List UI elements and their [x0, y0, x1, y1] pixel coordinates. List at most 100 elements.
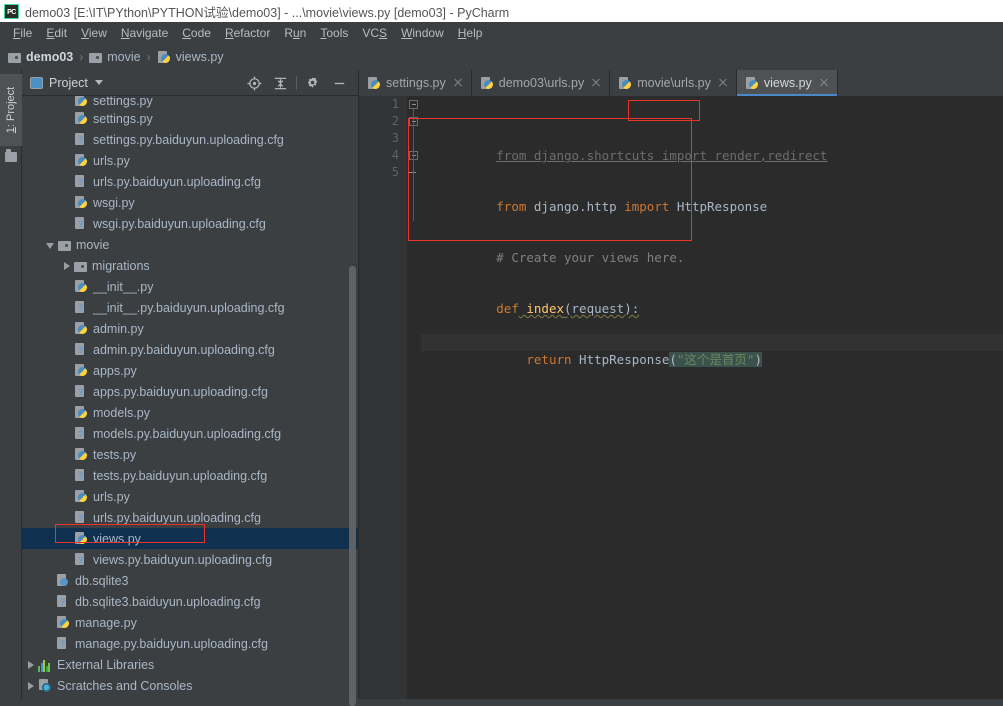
editor-tab-label: demo03\urls.py	[498, 76, 585, 90]
scratches-icon	[38, 678, 52, 693]
tree-row-label: wsgi.py	[93, 195, 135, 210]
tree-row[interactable]: views.py.baiduyun.uploading.cfg	[22, 549, 358, 570]
tree-row[interactable]: __init__.py	[22, 276, 358, 297]
menu-item-file[interactable]: File	[6, 24, 39, 42]
tree-row[interactable]: settings.py.baiduyun.uploading.cfg	[22, 129, 358, 150]
code-line-5: return HttpResponse("这个是首页")	[421, 334, 1003, 367]
collapse-all-icon[interactable]	[267, 70, 293, 96]
tree-row[interactable]: urls.py.baiduyun.uploading.cfg	[22, 507, 358, 528]
chevron-right-icon[interactable]	[28, 660, 34, 669]
python-file-icon	[56, 615, 70, 630]
locate-icon[interactable]	[241, 70, 267, 96]
tree-row[interactable]: apps.py.baiduyun.uploading.cfg	[22, 381, 358, 402]
project-icon	[30, 76, 43, 89]
tree-row[interactable]: db.sqlite3	[22, 570, 358, 591]
tree-row[interactable]: External Libraries	[22, 654, 358, 675]
tree-row[interactable]: tests.py.baiduyun.uploading.cfg	[22, 465, 358, 486]
close-icon[interactable]	[591, 78, 601, 88]
tree-row-label: models.py	[93, 405, 150, 420]
editor-tab-movie-urls-py[interactable]: movie\urls.py	[610, 70, 737, 96]
breadcrumb-item-views-py[interactable]: views.py	[157, 50, 224, 65]
menu-item-vcs[interactable]: VCS	[355, 24, 394, 42]
editor-tab-views-py[interactable]: views.py	[736, 70, 838, 96]
tree-row-label: External Libraries	[57, 657, 155, 672]
keyword-return: return	[526, 352, 572, 367]
menu-item-navigate[interactable]: Navigate	[114, 24, 175, 42]
tree-row[interactable]: migrations	[22, 255, 358, 276]
tree-row[interactable]: tests.py	[22, 444, 358, 465]
tree-row[interactable]: __init__.py.baiduyun.uploading.cfg	[22, 297, 358, 318]
chevron-down-icon[interactable]	[94, 80, 103, 85]
tree-row-label: wsgi.py.baiduyun.uploading.cfg	[93, 216, 266, 231]
fold-marker-line1[interactable]	[409, 100, 418, 109]
tree-row[interactable]: urls.py.baiduyun.uploading.cfg	[22, 171, 358, 192]
menu-item-run[interactable]: Run	[277, 24, 313, 42]
tool-window-button-project[interactable]: 1: Project	[0, 74, 22, 146]
chevron-right-icon[interactable]	[64, 261, 70, 270]
code-text[interactable]: from django.shortcuts import render,redi…	[421, 96, 1003, 699]
tree-row[interactable]: urls.py	[22, 150, 358, 171]
close-icon[interactable]	[819, 78, 829, 88]
line-number: 1	[391, 97, 399, 111]
tree-row-label: movie	[76, 237, 110, 252]
tree-row[interactable]: apps.py	[22, 360, 358, 381]
tree-row[interactable]: Scratches and Consoles	[22, 675, 358, 696]
breadcrumb-separator: ›	[146, 50, 151, 64]
unknown-file-icon	[56, 594, 70, 609]
folder-icon	[89, 53, 103, 63]
menu-item-code[interactable]: Code	[175, 24, 218, 42]
tree-row-selected[interactable]: views.py	[22, 528, 358, 549]
tree-row[interactable]: manage.py.baiduyun.uploading.cfg	[22, 633, 358, 654]
chevron-down-icon[interactable]	[46, 242, 54, 249]
menu-item-view[interactable]: View	[74, 24, 114, 42]
close-icon[interactable]	[718, 78, 728, 88]
menu-item-edit[interactable]: Edit	[39, 24, 74, 42]
tree-row[interactable]: settings.py	[22, 96, 358, 108]
project-panel-title-group[interactable]: Project	[22, 76, 103, 90]
project-panel-toolbar	[241, 70, 352, 96]
code-editor[interactable]: 1 2 3 4 5 from django.shortcuts import rende…	[359, 96, 1003, 699]
python-file-icon	[74, 111, 88, 126]
editor-tab-demo03-urls-py[interactable]: demo03\urls.py	[472, 70, 611, 96]
tree-row[interactable]: models.py	[22, 402, 358, 423]
tree-row[interactable]: urls.py	[22, 486, 358, 507]
breadcrumb-label: movie	[107, 50, 141, 64]
gear-icon[interactable]	[300, 70, 326, 96]
chevron-right-icon[interactable]	[28, 681, 34, 690]
tree-row[interactable]: admin.py	[22, 318, 358, 339]
tree-row-label: urls.py	[93, 489, 130, 504]
tree-row-label: models.py.baiduyun.uploading.cfg	[93, 426, 282, 441]
python-file-icon	[74, 195, 88, 210]
tree-row[interactable]: manage.py	[22, 612, 358, 633]
folder-icon[interactable]	[5, 149, 17, 162]
tree-row[interactable]: models.py.baiduyun.uploading.cfg	[22, 423, 358, 444]
left-tool-strip: 1: Project	[0, 70, 22, 699]
menu-item-refactor[interactable]: Refactor	[218, 24, 277, 42]
keyword-def: def	[496, 301, 519, 316]
breadcrumb-item-demo03[interactable]: demo03	[8, 50, 73, 64]
tree-row[interactable]: wsgi.py.baiduyun.uploading.cfg	[22, 213, 358, 234]
tree-row-label: manage.py.baiduyun.uploading.cfg	[75, 636, 268, 651]
unknown-file-icon	[74, 384, 88, 399]
tree-row-label: db.sqlite3.baiduyun.uploading.cfg	[75, 594, 261, 609]
tree-row-label: urls.py	[93, 153, 130, 168]
bracket-open: (	[669, 352, 677, 367]
tree-row[interactable]: wsgi.py	[22, 192, 358, 213]
code-line-1: from django.shortcuts import render,redi…	[421, 130, 1003, 163]
project-file-tree[interactable]: settings.py settings.py settings.py.baiduy…	[22, 96, 358, 699]
minimize-icon[interactable]	[326, 70, 352, 96]
menu-item-help[interactable]: Help	[451, 24, 490, 42]
project-panel-scrollbar[interactable]	[349, 266, 356, 706]
menu-item-tools[interactable]: Tools	[313, 24, 355, 42]
tree-row[interactable]: movie	[22, 234, 358, 255]
breadcrumb-item-movie[interactable]: movie	[89, 50, 141, 64]
menu-item-window[interactable]: Window	[394, 24, 451, 42]
tree-row[interactable]: settings.py	[22, 108, 358, 129]
editor-tab-settings-py[interactable]: settings.py	[359, 70, 472, 96]
tree-row[interactable]: admin.py.baiduyun.uploading.cfg	[22, 339, 358, 360]
tree-row[interactable]: db.sqlite3.baiduyun.uploading.cfg	[22, 591, 358, 612]
close-icon[interactable]	[453, 78, 463, 88]
